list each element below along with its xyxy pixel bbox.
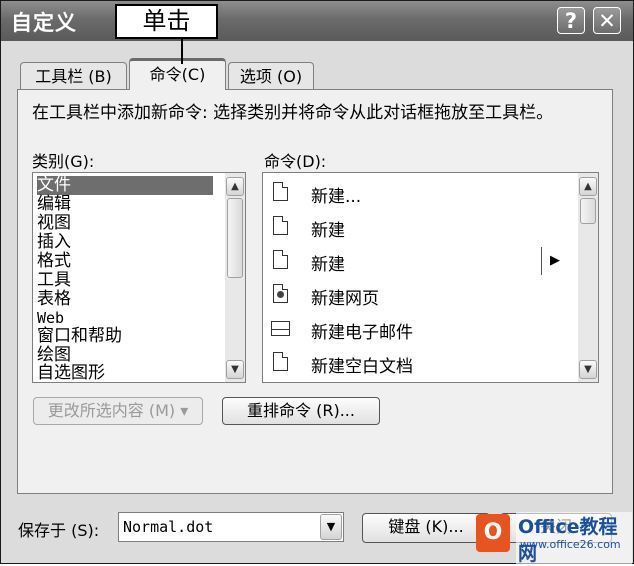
blank-page-icon [273,250,288,269]
tab-toolbars[interactable]: 工具栏 (B) [20,62,127,89]
categories-scrollbar[interactable]: ▲ ▼ [225,173,245,382]
command-item[interactable]: 新建网页 [267,278,537,312]
scroll-thumb[interactable] [580,198,596,224]
category-item[interactable]: 自选图形 [37,364,105,383]
tab-options[interactable]: 选项 (O) [228,62,314,89]
command-label: 新建空白文档 [311,357,413,377]
scroll-up-icon[interactable]: ▲ [226,177,244,196]
save-in-label: 保存于 (S): [18,521,100,540]
chevron-down-icon[interactable]: ▼ [320,514,342,540]
email-icon [271,321,290,336]
save-in-value: Normal.dot [123,518,214,536]
category-item[interactable]: 插入 [37,233,71,252]
commands-label: 命令(D): [264,152,327,171]
click-callout: 单击 [115,4,218,39]
web-page-icon [273,284,288,303]
commands-scrollbar[interactable]: ▲ ▼ [578,173,598,382]
blank-page-icon [273,182,288,201]
instruction-text: 在工具栏中添加新命令: 选择类别并将命令从此对话框拖放至工具栏。 [32,103,554,123]
close-window-button[interactable]: ✕ [593,7,621,34]
command-label: 新建电子邮件 [311,323,413,343]
rearrange-commands-button[interactable]: 重排命令 (R)... [222,397,380,425]
scroll-down-icon[interactable]: ▼ [579,360,597,379]
submenu-divider [541,247,542,275]
category-item[interactable]: 编辑 [37,195,71,214]
callout-pointer [181,39,183,64]
category-item[interactable]: 窗口和帮助 [37,327,122,346]
command-label: 新建... [311,187,362,207]
command-item[interactable]: 新建 [267,210,537,244]
tab-commands[interactable]: 命令(C) [129,58,226,90]
category-item-file[interactable]: 文件 [37,176,213,195]
command-label: 新建网页 [311,289,379,309]
scroll-thumb[interactable] [227,198,243,278]
categories-label: 类别(G): [32,152,95,171]
office-logo-icon: O [476,514,510,552]
help-button[interactable]: ? [557,7,585,34]
command-item[interactable]: 新建空白文档 [267,346,537,380]
command-item[interactable]: 新建 [267,244,537,278]
save-in-select[interactable]: Normal.dot ▼ [118,512,344,542]
commands-list[interactable]: 新建... 新建 新建 ▶ 新建网页 新建电子邮件 新建空白文档 ▲ ▼ [262,172,599,383]
scroll-up-icon[interactable]: ▲ [579,177,597,196]
title-bar[interactable]: 自定义 ? ✕ [1,1,633,41]
scroll-down-icon[interactable]: ▼ [226,360,244,379]
submenu-arrow-icon[interactable]: ▶ [550,253,560,268]
command-label: 新建 [311,255,345,275]
category-item[interactable]: 视图 [37,214,71,233]
command-item[interactable]: 新建电子邮件 [267,312,537,346]
blank-page-icon [273,216,288,235]
modify-selection-button[interactable]: 更改所选内容 (M) ▾ [33,397,203,425]
category-item[interactable]: 表格 [37,290,71,309]
watermark-url: www.office26.com [520,538,621,551]
command-label: 新建 [311,221,345,241]
command-item[interactable]: 新建... [267,176,537,210]
watermark: O Office教程网 www.office26.com [470,508,632,566]
category-item[interactable]: 工具 [37,271,71,290]
blank-page-icon [273,352,288,371]
category-item[interactable]: 格式 [37,252,71,271]
dialog-title: 自定义 [11,11,77,35]
categories-list[interactable]: 文件 编辑 视图 插入 格式 工具 表格 Web 窗口和帮助 绘图 自选图形 ▲… [32,172,246,383]
